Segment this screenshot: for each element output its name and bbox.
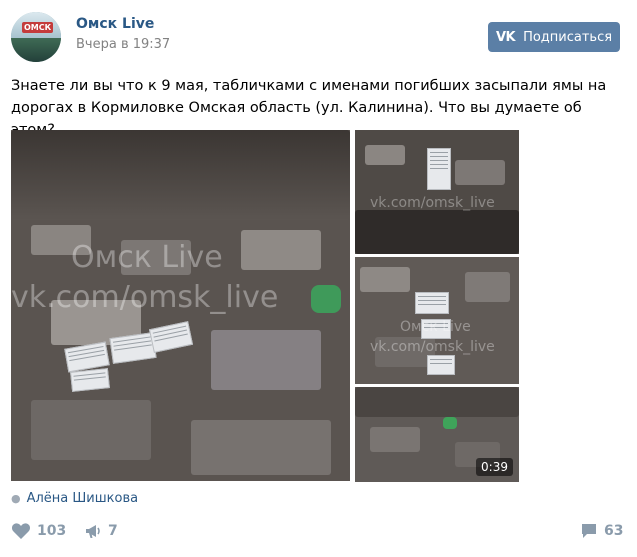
post-photo-2[interactable]: vk.com/omsk_live <box>355 130 519 254</box>
comment-button[interactable]: 63 <box>580 522 623 540</box>
user-icon: ● <box>11 492 21 505</box>
comment-count: 63 <box>604 523 624 539</box>
photo-asphalt <box>355 210 519 254</box>
memorial-plate <box>427 355 455 375</box>
post-photo-3[interactable]: Омск Live vk.com/omsk_live <box>355 257 519 384</box>
memorial-plate <box>148 321 194 353</box>
watermark-title: Омск Live <box>71 240 223 275</box>
repost-button[interactable]: 7 <box>84 522 118 540</box>
photo-rock <box>365 145 405 165</box>
watermark-url: vk.com/omsk_live <box>370 339 495 355</box>
memorial-plate <box>427 148 451 190</box>
post-timestamp[interactable]: Вчера в 19:37 <box>76 37 170 52</box>
post-video-thumbnail[interactable]: 0:39 <box>355 387 519 482</box>
post-photo-1[interactable]: Омск Live vk.com/omsk_live <box>11 130 350 481</box>
watermark-url: vk.com/omsk_live <box>370 195 495 211</box>
avatar-logo: ОМСК <box>22 22 54 33</box>
video-duration: 0:39 <box>476 458 513 476</box>
memorial-plate <box>415 292 449 314</box>
photo-rock <box>455 160 505 185</box>
photo-asphalt <box>355 387 519 417</box>
megaphone-icon <box>86 525 100 538</box>
photo-rock <box>241 230 321 270</box>
subscribe-button[interactable]: VK Подписаться <box>488 22 620 52</box>
post-author[interactable]: ● Алёна Шишкова <box>11 491 138 506</box>
page-name-link[interactable]: Омск Live <box>76 16 154 32</box>
subscribe-label: Подписаться <box>523 29 613 45</box>
like-count: 103 <box>37 523 67 539</box>
photo-rock <box>191 420 331 475</box>
vk-logo-icon: VK <box>495 29 516 45</box>
post-author-name: Алёна Шишкова <box>26 491 139 506</box>
heart-icon <box>11 523 31 539</box>
avatar-ground <box>11 38 61 62</box>
photo-rock <box>31 400 151 460</box>
photo-asphalt <box>11 130 350 220</box>
like-button[interactable]: 103 <box>11 522 66 540</box>
photo-rock <box>360 267 410 292</box>
green-bag <box>443 417 457 429</box>
photo-rock <box>465 272 510 302</box>
repost-count: 7 <box>108 523 118 539</box>
green-bag <box>311 285 341 313</box>
memorial-plate <box>70 368 110 392</box>
watermark-url: vk.com/omsk_live <box>11 280 279 315</box>
memorial-plate <box>109 332 157 364</box>
watermark-title: Омск Live <box>400 319 471 335</box>
photo-rock <box>211 330 321 390</box>
photo-rock <box>370 427 420 452</box>
comment-icon <box>582 524 596 538</box>
page-avatar[interactable]: ОМСК <box>11 12 61 62</box>
